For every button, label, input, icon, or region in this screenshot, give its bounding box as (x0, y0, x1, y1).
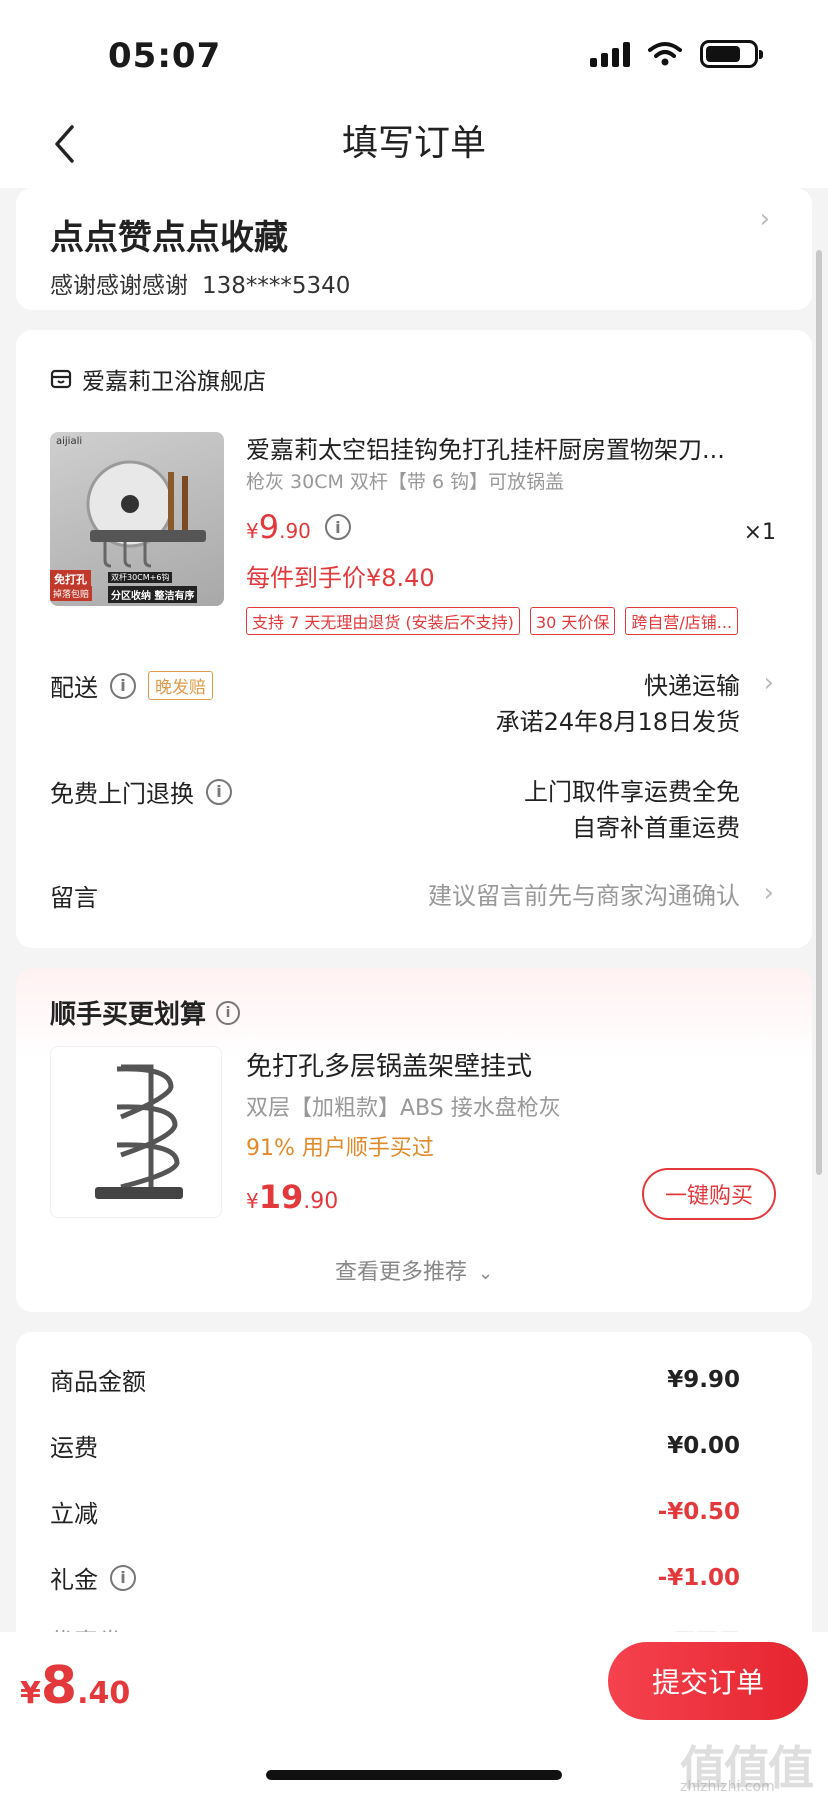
total-int: 8 (40, 1656, 78, 1716)
summary-label: 运费 (50, 1434, 98, 1462)
summary-row: 运费 ¥0.00 (50, 1428, 740, 1463)
message-label-text: 留言 (50, 884, 98, 912)
address-card[interactable]: 点点赞点点收藏 感谢感谢感谢 138****5340 › (16, 188, 812, 310)
store-icon (50, 369, 72, 389)
chevron-down-icon: ⌄ (477, 1263, 494, 1284)
recommend-title-row: 顺手买更划算 i (50, 994, 241, 1031)
late-compensation-badge: 晚发赔 (148, 671, 213, 700)
service-tag: 30 天价保 (529, 607, 616, 635)
page-title: 填写订单 (341, 123, 486, 164)
recommend-product-name[interactable]: 免打孔多层锅盖架壁挂式 (246, 1046, 532, 1083)
recommend-price: ¥ 19 .90 (246, 1178, 338, 1216)
status-time: 05:07 (108, 36, 222, 76)
product-image-tag: 掉落包赔 (50, 586, 93, 601)
product-image-tag: 双杆30CM+6钩 (108, 572, 173, 583)
delivery-label-row: 配送 i 晚发赔 (50, 668, 213, 703)
gift-info-icon[interactable]: i (110, 1564, 136, 1591)
bottom-bar: ¥ 8 .40 提交订单 值值值 zhizhizhi.com (0, 1632, 828, 1795)
total-symbol: ¥ (20, 1676, 41, 1711)
one-click-buy-button[interactable]: 一键购买 (642, 1168, 776, 1220)
product-image[interactable]: aijiali 免打孔 掉落包赔 双杆30CM+6钩 分区收纳 整洁有序 (50, 432, 224, 606)
status-icons (590, 40, 763, 68)
product-title[interactable]: 爱嘉莉太空铝挂钩免打孔挂杆厨房置物架刀... (246, 430, 766, 465)
summary-label: 商品金额 (50, 1368, 146, 1396)
message-label: 留言 (50, 878, 98, 913)
product-image-tag: 分区收纳 整洁有序 (108, 586, 198, 603)
chevron-right-icon: › (759, 204, 770, 234)
return-label-row: 免费上门退换 i (50, 774, 232, 809)
watermark-url: zhizhizhi.com (680, 1779, 775, 1795)
summary-row: 商品金额 ¥9.90 (50, 1362, 740, 1397)
product-price-int: 9 (258, 508, 280, 546)
service-tags: 支持 7 天无理由退货 (安装后不支持) 30 天价保 跨自营/店铺... (246, 607, 739, 635)
summary-value: ¥9.90 (667, 1366, 740, 1393)
order-card: 爱嘉莉卫浴旗舰店 aijiali 免打孔 掉落包赔 双杆30CM+6钩 分区收纳… (16, 330, 812, 948)
summary-row: 立减 -¥0.50 (50, 1494, 740, 1529)
wifi-icon (648, 42, 682, 66)
product-spec: 枪灰 30CM 双杆【带 6 钩】可放锅盖 (246, 471, 565, 493)
product-price: ¥ 9 .90 i (246, 508, 351, 546)
submit-order-button[interactable]: 提交订单 (608, 1642, 808, 1720)
recommend-price-int: 19 (258, 1178, 304, 1216)
recommend-info-icon[interactable]: i (216, 1000, 241, 1025)
more-recommend-link[interactable]: 查看更多推荐 ⌄ (16, 1254, 812, 1286)
return-info-icon[interactable]: i (206, 778, 232, 805)
recommend-card: 顺手买更划算 i 免打孔多层锅盖架壁挂式 双层【加粗款】ABS 接水盘枪灰 91… (16, 968, 812, 1312)
cellular-signal-icon (590, 41, 630, 67)
recommend-price-symbol: ¥ (246, 1189, 259, 1213)
lid-rack-illustration (95, 1064, 183, 1199)
return-service-label: 免费上门退换 (50, 780, 194, 808)
scrollbar[interactable] (816, 250, 822, 1175)
recommend-title: 顺手买更划算 (50, 1000, 207, 1030)
summary-label: 礼金 (50, 1566, 98, 1594)
price-summary-card: 商品金额 ¥9.90 运费 ¥0.00 立减 -¥0.50 礼金 i -¥1.0… (16, 1332, 812, 1662)
recommend-product-image[interactable] (50, 1046, 222, 1218)
recommend-price-dec: .90 (303, 1189, 339, 1214)
product-unit-price: 每件到手价¥8.40 (246, 564, 435, 592)
recipient-phone: 138****5340 (202, 273, 351, 299)
product-price-symbol: ¥ (246, 519, 259, 543)
delivery-label: 配送 (50, 674, 98, 702)
return-line-1: 上门取件享运费全免 (524, 778, 740, 806)
recommend-product-spec: 双层【加粗款】ABS 接水盘枪灰 (246, 1096, 561, 1121)
address-name: 点点赞点点收藏 (50, 218, 288, 258)
chevron-right-icon: › (763, 878, 774, 908)
shop-row[interactable]: 爱嘉莉卫浴旗舰店 (50, 362, 266, 396)
delivery-method: 快递运输 (644, 672, 740, 700)
total-dec: .40 (77, 1676, 131, 1711)
delivery-promise: 承诺24年8月18日发货 (495, 708, 740, 736)
recipient-name: 感谢感谢感谢 (50, 273, 188, 299)
chevron-right-icon: › (763, 668, 774, 698)
summary-value: -¥0.50 (657, 1498, 740, 1525)
shop-name: 爱嘉莉卫浴旗舰店 (82, 369, 266, 395)
price-info-icon[interactable]: i (324, 514, 351, 540)
delivery-info[interactable]: 快递运输 承诺24年8月18日发货 (496, 668, 740, 740)
total-price: ¥ 8 .40 (20, 1656, 130, 1716)
summary-value: ¥0.00 (667, 1432, 740, 1459)
return-line-2: 自寄补首重运费 (572, 814, 740, 842)
return-service-info: 上门取件享运费全免 自寄补首重运费 (524, 774, 740, 846)
address-contact: 感谢感谢感谢 138****5340 (50, 266, 350, 300)
summary-label-with-info: 礼金 i (50, 1560, 136, 1595)
message-input[interactable]: 建议留言前先与商家沟通确认 (428, 878, 740, 914)
recommend-percent: 91% 用户顺手买过 (246, 1136, 434, 1161)
nav-bar: 填写订单 (0, 100, 828, 188)
summary-value: -¥1.00 (657, 1564, 740, 1591)
more-recommend-label: 查看更多推荐 (334, 1260, 467, 1285)
status-bar: 05:07 (0, 0, 828, 100)
service-tag: 支持 7 天无理由退货 (安装后不支持) (246, 607, 520, 635)
delivery-info-icon[interactable]: i (110, 672, 136, 699)
home-indicator[interactable] (266, 1770, 562, 1780)
summary-label: 立减 (50, 1500, 98, 1528)
service-tag[interactable]: 跨自营/店铺... (625, 607, 739, 635)
battery-icon (700, 40, 763, 68)
product-price-dec: .90 (279, 519, 311, 543)
product-quantity: ×1 (743, 520, 776, 545)
summary-row: 礼金 i -¥1.00 (50, 1560, 740, 1595)
